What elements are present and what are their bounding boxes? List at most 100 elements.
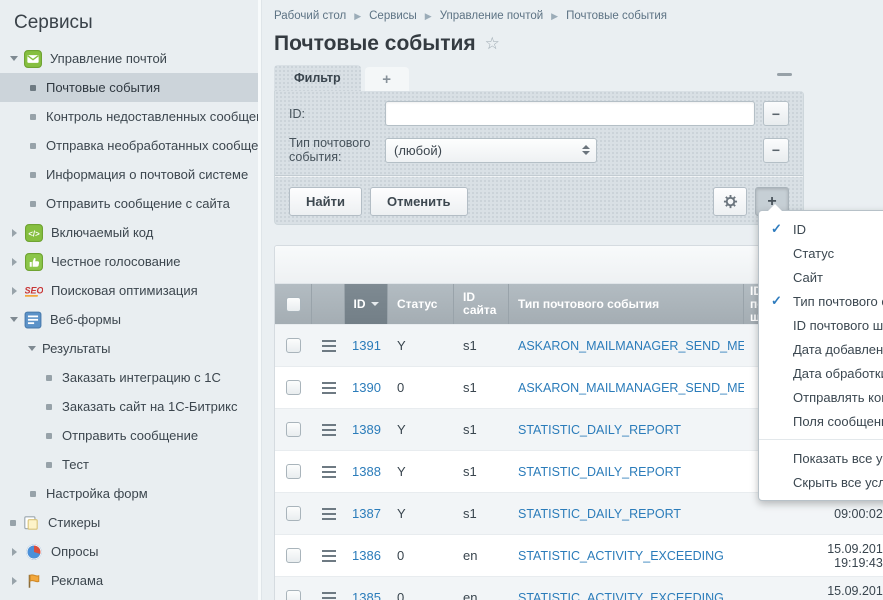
chevron-down-icon[interactable] — [10, 317, 18, 322]
menu-item-template-id[interactable]: ID почтового шаблона — [759, 313, 883, 337]
breadcrumb-mail-events[interactable]: Почтовые события — [566, 10, 667, 22]
chevron-right-icon[interactable] — [12, 577, 17, 585]
sidebar-item-mail-events[interactable]: Почтовые события — [0, 73, 258, 102]
web-forms-icon — [24, 311, 42, 329]
add-filter-tab-button[interactable]: + — [365, 67, 409, 91]
row-event-type-link[interactable]: STATISTIC_ACTIVITY_EXCEEDING — [518, 591, 724, 600]
row-template-id — [744, 535, 805, 576]
row-status: 0 — [388, 535, 454, 576]
menu-item-date-added[interactable]: Дата добавления — [759, 337, 883, 361]
menu-action-hide-all-conditions[interactable]: Скрыть все условия — [759, 470, 883, 494]
chevron-down-icon[interactable] — [10, 56, 18, 61]
sidebar-item-mail-system-info[interactable]: Информация о почтовой системе — [0, 160, 258, 189]
sidebar-item-polls[interactable]: Опросы — [0, 537, 258, 566]
row-checkbox[interactable] — [286, 506, 301, 521]
cancel-button[interactable]: Отменить — [370, 187, 468, 216]
collapse-filter-icon[interactable] — [777, 73, 792, 76]
row-menu-icon[interactable] — [322, 550, 336, 562]
table-row: 1385 0 en STATISTIC_ACTIVITY_EXCEEDING 1… — [275, 576, 883, 600]
row-event-type-link[interactable]: STATISTIC_DAILY_REPORT — [518, 507, 681, 521]
row-event-type-link[interactable]: STATISTIC_ACTIVITY_EXCEEDING — [518, 549, 724, 563]
row-event-type-link[interactable]: ASKARON_MAILMANAGER_SEND_MESSAGE — [518, 339, 744, 353]
sidebar-item-stickers[interactable]: Стикеры — [0, 508, 258, 537]
breadcrumb-mail-management[interactable]: Управление почтой — [440, 10, 543, 22]
remove-condition-button[interactable]: − — [763, 138, 789, 163]
row-menu-icon[interactable] — [322, 340, 336, 352]
menu-action-show-all-conditions[interactable]: Показать все условия — [759, 446, 883, 470]
sidebar-item-send-message-from-site[interactable]: Отправить сообщение с сайта — [0, 189, 258, 218]
row-site-id: en — [454, 535, 509, 576]
row-checkbox[interactable] — [286, 422, 301, 437]
column-header-id[interactable]: ID — [345, 284, 388, 324]
sidebar-item-seo[interactable]: SEO Поисковая оптимизация — [0, 276, 258, 305]
sidebar-item-results[interactable]: Результаты — [0, 334, 258, 363]
row-id-link[interactable]: 1389 — [352, 422, 381, 437]
row-id-link[interactable]: 1391 — [352, 338, 381, 353]
row-id-link[interactable]: 1388 — [352, 464, 381, 479]
sidebar-item-honest-vote[interactable]: Честное голосование — [0, 247, 258, 276]
row-menu-icon[interactable] — [322, 382, 336, 394]
row-id-link[interactable]: 1390 — [352, 380, 381, 395]
sidebar-item-unprocessed-sending[interactable]: Отправка необработанных сообщений — [0, 131, 258, 160]
menu-item-send-copies[interactable]: Отправлять копии — [759, 385, 883, 409]
row-status: Y — [388, 451, 454, 492]
chevron-right-icon[interactable] — [12, 258, 17, 266]
row-menu-icon[interactable] — [322, 592, 336, 600]
menu-item-message-fields[interactable]: Поля сообщения — [759, 409, 883, 433]
sidebar-item-label: Отправить сообщение — [62, 428, 198, 443]
chevron-right-icon[interactable] — [12, 229, 17, 237]
row-event-type-link[interactable]: STATISTIC_DAILY_REPORT — [518, 465, 681, 479]
sidebar-item-forms-settings[interactable]: Настройка форм — [0, 479, 258, 508]
menu-item-status[interactable]: Статус — [759, 241, 883, 265]
filter-id-input[interactable] — [385, 101, 755, 126]
column-header-site-id[interactable]: ID сайта — [454, 284, 509, 324]
sidebar-item-mail-management[interactable]: Управление почтой — [0, 44, 258, 73]
sidebar-item-test-form[interactable]: Тест — [0, 450, 258, 479]
sidebar-item-newsletters[interactable]: Рассылки — [0, 595, 258, 600]
select-all-checkbox[interactable] — [286, 297, 301, 312]
sidebar-item-undelivered-control[interactable]: Контроль недоставленных сообщений — [0, 102, 258, 131]
sidebar-item-label: Результаты — [42, 341, 110, 356]
sidebar-item-send-message-form[interactable]: Отправить сообщение — [0, 421, 258, 450]
filter-event-type-select[interactable]: (любой) — [385, 138, 597, 163]
menu-item-event-type[interactable]: ✓ Тип почтового события — [759, 289, 883, 313]
row-menu-icon[interactable] — [322, 466, 336, 478]
bullet-icon — [30, 85, 36, 91]
remove-condition-button[interactable]: − — [763, 101, 789, 126]
row-site-id: s1 — [454, 493, 509, 534]
breadcrumb-services[interactable]: Сервисы — [369, 10, 417, 22]
row-event-type-link[interactable]: STATISTIC_DAILY_REPORT — [518, 423, 681, 437]
favorite-star-icon[interactable]: ☆ — [485, 34, 500, 54]
breadcrumb-desktop[interactable]: Рабочий стол — [274, 10, 346, 22]
row-checkbox[interactable] — [286, 590, 301, 600]
filter-fields-menu: ✓ ID Статус Сайт ✓ Тип почтового события… — [758, 210, 883, 501]
sidebar-item-ads[interactable]: Реклама — [0, 566, 258, 595]
chevron-right-icon[interactable] — [12, 287, 17, 295]
row-menu-icon[interactable] — [322, 424, 336, 436]
sidebar-item-web-forms[interactable]: Веб-формы — [0, 305, 258, 334]
sidebar-item-order-1c-integration[interactable]: Заказать интеграцию с 1С — [0, 363, 258, 392]
row-checkbox[interactable] — [286, 464, 301, 479]
vote-icon — [25, 253, 43, 271]
row-id-link[interactable]: 1385 — [352, 590, 381, 600]
column-header-event-type[interactable]: Тип почтового события — [509, 284, 744, 324]
row-checkbox[interactable] — [286, 338, 301, 353]
sidebar-item-include-code[interactable]: </> Включаемый код — [0, 218, 258, 247]
row-menu-icon[interactable] — [322, 508, 336, 520]
chevron-down-icon[interactable] — [28, 346, 36, 351]
row-checkbox[interactable] — [286, 548, 301, 563]
row-status: Y — [388, 493, 454, 534]
menu-item-date-processed[interactable]: Дата обработки — [759, 361, 883, 385]
sidebar-item-order-bitrix-site[interactable]: Заказать сайт на 1С-Битрикс — [0, 392, 258, 421]
menu-item-id[interactable]: ✓ ID — [759, 217, 883, 241]
row-event-type-link[interactable]: ASKARON_MAILMANAGER_SEND_MESSAGE — [518, 381, 744, 395]
row-id-link[interactable]: 1386 — [352, 548, 381, 563]
menu-item-site[interactable]: Сайт — [759, 265, 883, 289]
filter-tab[interactable]: Фильтр — [274, 65, 361, 91]
filter-settings-button[interactable] — [713, 187, 747, 216]
row-checkbox[interactable] — [286, 380, 301, 395]
column-header-status[interactable]: Статус — [388, 284, 454, 324]
row-id-link[interactable]: 1387 — [352, 506, 381, 521]
find-button[interactable]: Найти — [289, 187, 362, 216]
chevron-right-icon[interactable] — [12, 548, 17, 556]
